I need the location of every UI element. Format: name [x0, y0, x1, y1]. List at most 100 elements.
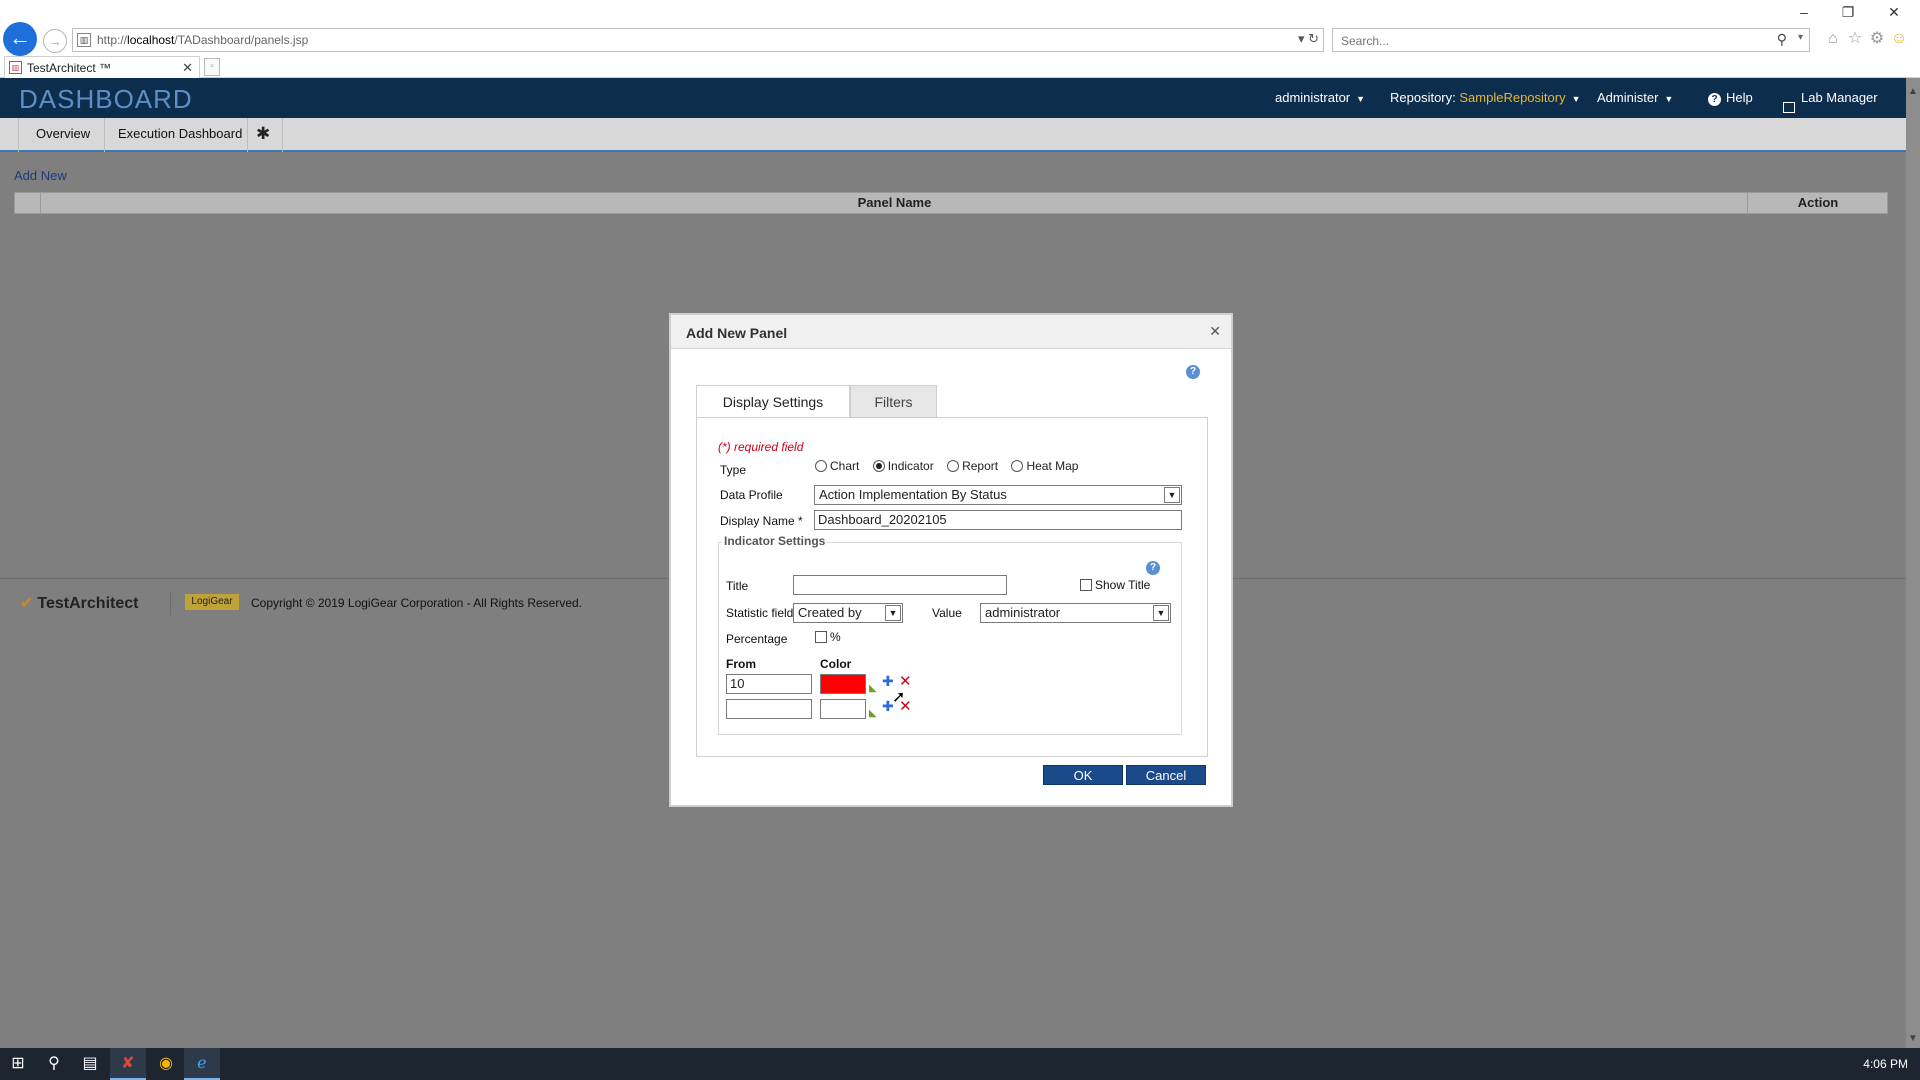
statistic-field-select[interactable]: Created by ▼ — [793, 603, 903, 623]
task-view-icon[interactable]: ▤ — [72, 1048, 108, 1080]
radio-indicator[interactable] — [872, 460, 885, 472]
url-text: http://localhost/TADashboard/panels.jsp — [97, 33, 309, 47]
back-arrow-icon[interactable]: ← — [3, 22, 37, 56]
chrome-icon[interactable]: ◉ — [148, 1048, 184, 1080]
add-new-link[interactable]: Add New — [14, 168, 67, 183]
from-header: From — [726, 657, 756, 671]
close-icon[interactable]: ✕ — [1209, 323, 1221, 340]
radio-heat-map[interactable] — [1011, 460, 1024, 472]
statistic-field-label: Statistic field * — [726, 606, 802, 620]
select-all-column[interactable] — [15, 193, 41, 213]
value-value: administrator — [985, 605, 1061, 620]
display-name-label: Display Name * — [720, 514, 803, 528]
from-input[interactable] — [726, 699, 812, 719]
browser-tab[interactable]: ▥ TestArchitect ™ ✕ — [4, 56, 200, 78]
clock[interactable]: 4:06 PM — [1863, 1057, 1908, 1071]
start-icon[interactable]: ⊞ — [0, 1048, 36, 1080]
tab-display-settings[interactable]: Display Settings — [696, 385, 850, 418]
panel-name-header[interactable]: Panel Name — [42, 193, 1748, 213]
type-option-indicator[interactable]: Indicator — [872, 459, 934, 473]
scroll-down-icon[interactable]: ▼ — [1908, 1033, 1918, 1044]
ok-button[interactable]: OK — [1043, 765, 1123, 785]
type-option-report[interactable]: Report — [947, 459, 998, 473]
chevron-down-icon[interactable]: ▼ — [885, 605, 901, 621]
star-icon[interactable]: ☆ — [1844, 28, 1866, 48]
color-swatch[interactable] — [820, 699, 866, 719]
color-picker-icon[interactable]: ◣ — [869, 683, 877, 694]
internet-explorer-icon[interactable]: ℯ — [184, 1048, 220, 1080]
color-header: Color — [820, 657, 852, 671]
gear-icon[interactable]: ⚙ — [1866, 28, 1888, 48]
tab-title: TestArchitect ™ — [27, 61, 112, 75]
nav-divider — [104, 118, 105, 152]
required-field-note: (*) required field — [718, 440, 804, 454]
page-scrollbar[interactable]: ▲ ▼ — [1906, 78, 1920, 1048]
tab-filters[interactable]: Filters — [850, 385, 937, 418]
home-icon[interactable]: ⌂ — [1822, 30, 1844, 48]
settings-pin-icon[interactable]: ✱ — [256, 124, 270, 144]
percentage-check[interactable] — [815, 631, 827, 643]
user-menu[interactable]: administrator ▼ — [1275, 90, 1365, 105]
repository-menu[interactable]: Repository: SampleRepository ▼ — [1390, 90, 1581, 105]
restore-icon[interactable]: ❐ — [1838, 4, 1858, 21]
dialog-title-bar[interactable]: Add New Panel ✕ — [671, 315, 1231, 349]
help-icon[interactable]: ? — [1186, 365, 1200, 379]
browser-search-input[interactable] — [1339, 33, 1739, 49]
search-icon[interactable]: ⚲ — [1777, 31, 1787, 48]
type-option-heat-map[interactable]: Heat Map — [1011, 459, 1078, 473]
testarchitect-mark-icon: ✔ — [20, 595, 34, 612]
chevron-down-icon[interactable]: ▼ — [1164, 487, 1180, 503]
new-tab-icon[interactable]: ▫ — [204, 58, 220, 76]
radio-report[interactable] — [947, 460, 960, 472]
chevron-down-icon[interactable]: ▼ — [1153, 605, 1169, 621]
tab-execution-dashboard[interactable]: Execution Dashboard — [118, 126, 242, 141]
caret-down-icon: ▼ — [1356, 94, 1366, 104]
percentage-checkbox[interactable]: % — [815, 630, 841, 644]
cancel-button[interactable]: Cancel — [1126, 765, 1206, 785]
testarchitect-logo: ✔ TestArchitect — [20, 595, 139, 612]
help-icon: ? — [1708, 93, 1721, 106]
show-title-check[interactable] — [1080, 579, 1092, 591]
type-option-chart[interactable]: Chart — [815, 459, 859, 473]
lab-manager-link[interactable]: .Lab Manager — [1783, 90, 1878, 113]
color-swatch[interactable] — [820, 674, 866, 694]
value-select[interactable]: administrator ▼ — [980, 603, 1171, 623]
display-settings-panel: (*) required field Type Chart Indicator … — [696, 417, 1208, 757]
administer-menu[interactable]: Administer ▼ — [1597, 90, 1673, 105]
refresh-icon[interactable]: ▾ ↻ — [1298, 31, 1319, 47]
nav-divider — [282, 118, 283, 152]
title-input[interactable] — [793, 575, 1007, 595]
radio-chart[interactable] — [815, 460, 827, 472]
percentage-label: Percentage — [726, 632, 788, 646]
data-profile-select[interactable]: Action Implementation By Status ▼ — [814, 485, 1182, 505]
minimize-icon[interactable]: – — [1794, 4, 1814, 20]
help-link[interactable]: ? Help — [1708, 90, 1753, 106]
close-icon[interactable]: ✕ — [1884, 4, 1904, 21]
tab-overview[interactable]: Overview — [36, 126, 90, 141]
testarchitect-app-icon[interactable]: ✘ — [110, 1048, 146, 1080]
address-bar[interactable]: ▥ http://localhost/TADashboard/panels.js… — [72, 28, 1324, 52]
logigear-logo: LogiGear — [185, 594, 239, 610]
color-picker-icon[interactable]: ◣ — [869, 708, 877, 719]
browser-search-box[interactable]: ⚲ ▾ — [1332, 28, 1810, 52]
chevron-down-icon[interactable]: ▾ — [1798, 32, 1803, 43]
dashboard-logo[interactable]: DASHBOARD — [19, 84, 193, 115]
footer-divider — [170, 591, 171, 615]
search-icon[interactable]: ⚲ — [36, 1048, 72, 1080]
nav-divider — [18, 118, 19, 152]
indicator-settings-box: ? Title Show Title Statistic field * Cre… — [718, 542, 1182, 735]
caret-down-icon: ▼ — [1571, 94, 1581, 104]
app-header: DASHBOARD administrator ▼ Repository: Sam… — [0, 78, 1906, 118]
smiley-icon[interactable]: ☺ — [1888, 30, 1910, 48]
tab-close-icon[interactable]: ✕ — [182, 60, 193, 76]
show-title-checkbox[interactable]: Show Title — [1080, 578, 1150, 592]
lab-manager-icon: . — [1783, 102, 1795, 113]
display-name-input[interactable]: Dashboard_20202105 — [814, 510, 1182, 530]
scroll-up-icon[interactable]: ▲ — [1908, 86, 1918, 97]
from-input[interactable]: 10 — [726, 674, 812, 694]
mouse-cursor-icon: ➚ — [892, 689, 906, 706]
add-new-panel-dialog: Add New Panel ✕ ? Display Settings Filte… — [669, 313, 1233, 807]
help-icon[interactable]: ? — [1146, 561, 1160, 575]
forward-arrow-icon[interactable]: → — [43, 29, 67, 53]
windows-taskbar: ⊞ ⚲ ▤ ✘ ◉ ℯ 4:06 PM — [0, 1048, 1920, 1080]
